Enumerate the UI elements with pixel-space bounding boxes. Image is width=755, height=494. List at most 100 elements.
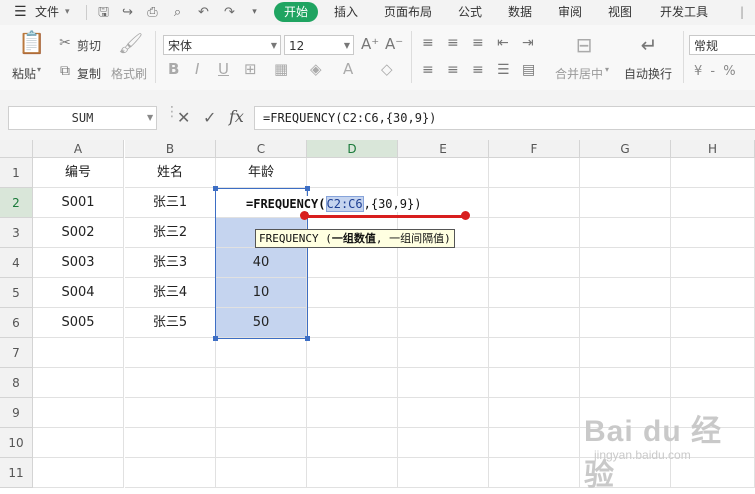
wrap-text-icon[interactable]: ↵ [637, 35, 661, 55]
font-size-select[interactable]: 12 ▼ [284, 35, 354, 55]
wrap-text-button[interactable]: 自动换行 [624, 65, 672, 82]
merge-cells-icon[interactable]: ⊟ [572, 35, 596, 55]
cell-b9[interactable] [125, 398, 216, 428]
cell-e6[interactable] [398, 308, 489, 338]
font-color-icon[interactable]: A [343, 62, 353, 77]
cancel-icon[interactable]: ✕ [177, 108, 190, 127]
cell-b8[interactable] [125, 368, 216, 398]
indent-decrease-icon[interactable]: ⇤ [497, 36, 509, 50]
column-header-h[interactable]: H [671, 140, 755, 158]
format-painter-button[interactable]: 格式刷 [111, 65, 147, 82]
copy-icon[interactable]: ⧉ [57, 64, 73, 78]
underline-icon[interactable]: U [218, 62, 229, 77]
tab-formulas[interactable]: 公式 [458, 0, 482, 25]
cell-g7[interactable] [580, 338, 671, 368]
fill-pattern-icon[interactable]: ▦ [274, 62, 288, 77]
cell-h1[interactable] [671, 158, 755, 188]
cell-b6[interactable]: 张三5 [125, 308, 216, 338]
merge-center-button[interactable]: 合并居中 [555, 65, 603, 82]
cell-g2[interactable] [580, 188, 671, 218]
cell-f9[interactable] [489, 398, 580, 428]
cell-g1[interactable] [580, 158, 671, 188]
cell-c8[interactable] [216, 368, 307, 398]
paste-dropdown-icon[interactable]: ▾ [37, 65, 41, 74]
cell-d4[interactable] [307, 248, 398, 278]
selection-handle[interactable] [305, 336, 310, 341]
italic-icon[interactable]: I [195, 62, 199, 77]
number-format-select[interactable]: 常规 [689, 35, 755, 55]
cell-h4[interactable] [671, 248, 755, 278]
name-box[interactable]: SUM [8, 106, 157, 130]
more-tabs-icon[interactable]: | [740, 0, 744, 25]
redo-icon[interactable]: ↷ [222, 5, 237, 20]
cell-a3[interactable]: S002 [33, 218, 124, 248]
justify-icon[interactable]: ☰ [497, 63, 510, 77]
cell-e9[interactable] [398, 398, 489, 428]
cell-b1[interactable]: 姓名 [125, 158, 216, 188]
row-header-1[interactable]: 1 [0, 158, 33, 188]
cell-b5[interactable]: 张三4 [125, 278, 216, 308]
cell-g8[interactable] [580, 368, 671, 398]
save-icon[interactable]: 🖫 [96, 5, 111, 20]
selection-handle[interactable] [305, 186, 310, 191]
row-header-2[interactable]: 2 [0, 188, 33, 218]
column-header-b[interactable]: B [125, 140, 216, 158]
cell-d8[interactable] [307, 368, 398, 398]
cell-g5[interactable] [580, 278, 671, 308]
file-menu[interactable]: 文件 [35, 0, 59, 25]
tab-insert[interactable]: 插入 [334, 0, 358, 25]
tab-review[interactable]: 审阅 [558, 0, 582, 25]
align-center-icon[interactable]: ≡ [447, 63, 459, 77]
selection-handle[interactable] [213, 336, 218, 341]
print-preview-icon[interactable]: ⌕ [170, 5, 185, 20]
cell-f7[interactable] [489, 338, 580, 368]
select-all-corner[interactable] [0, 140, 33, 158]
cell-g3[interactable] [580, 218, 671, 248]
cell-a5[interactable]: S004 [33, 278, 124, 308]
cell-f6[interactable] [489, 308, 580, 338]
format-painter-icon[interactable]: 🖌 [118, 33, 143, 53]
undo-icon[interactable]: ↶ [196, 5, 211, 20]
cell-a1[interactable]: 编号 [33, 158, 124, 188]
cell-f3[interactable] [489, 218, 580, 248]
align-top-icon[interactable]: ≡ [422, 36, 434, 50]
tab-start[interactable]: 开始 [274, 2, 318, 22]
cell-a10[interactable] [33, 428, 124, 458]
cell-h3[interactable] [671, 218, 755, 248]
font-name-select[interactable]: 宋体 ▼ [163, 35, 281, 55]
column-header-g[interactable]: G [580, 140, 671, 158]
cell-e5[interactable] [398, 278, 489, 308]
cell-a9[interactable] [33, 398, 124, 428]
distribute-icon[interactable]: ▤ [522, 63, 535, 77]
cell-c1[interactable]: 年龄 [216, 158, 307, 188]
scissors-icon[interactable]: ✂ [57, 36, 73, 50]
name-box-dropdown-icon[interactable]: ▼ [147, 113, 153, 122]
tab-data[interactable]: 数据 [508, 0, 532, 25]
cell-f1[interactable] [489, 158, 580, 188]
row-header-7[interactable]: 7 [0, 338, 33, 368]
column-header-c[interactable]: C [216, 140, 307, 158]
row-header-4[interactable]: 4 [0, 248, 33, 278]
cell-edit-text[interactable]: =FREQUENCY(C2:C6,{30,9}) [246, 196, 422, 212]
row-header-10[interactable]: 10 [0, 428, 33, 458]
number-symbols[interactable]: ¥ - % [694, 64, 738, 79]
align-bottom-icon[interactable]: ≡ [472, 36, 484, 50]
cell-e7[interactable] [398, 338, 489, 368]
cell-d10[interactable] [307, 428, 398, 458]
tab-developer[interactable]: 开发工具 [660, 0, 708, 25]
cell-d1[interactable] [307, 158, 398, 188]
cell-a6[interactable]: S005 [33, 308, 124, 338]
cell-g6[interactable] [580, 308, 671, 338]
cell-h2[interactable] [671, 188, 755, 218]
copy-button[interactable]: 复制 [77, 65, 101, 82]
row-header-8[interactable]: 8 [0, 368, 33, 398]
column-header-e[interactable]: E [398, 140, 489, 158]
cell-c7[interactable] [216, 338, 307, 368]
align-middle-icon[interactable]: ≡ [447, 36, 459, 50]
cell-c9[interactable] [216, 398, 307, 428]
cell-e8[interactable] [398, 368, 489, 398]
column-header-f[interactable]: F [489, 140, 580, 158]
cell-a8[interactable] [33, 368, 124, 398]
hamburger-icon[interactable]: ☰ [14, 0, 27, 25]
formula-input[interactable]: =FREQUENCY(C2:C6,{30,9}) [254, 106, 755, 130]
